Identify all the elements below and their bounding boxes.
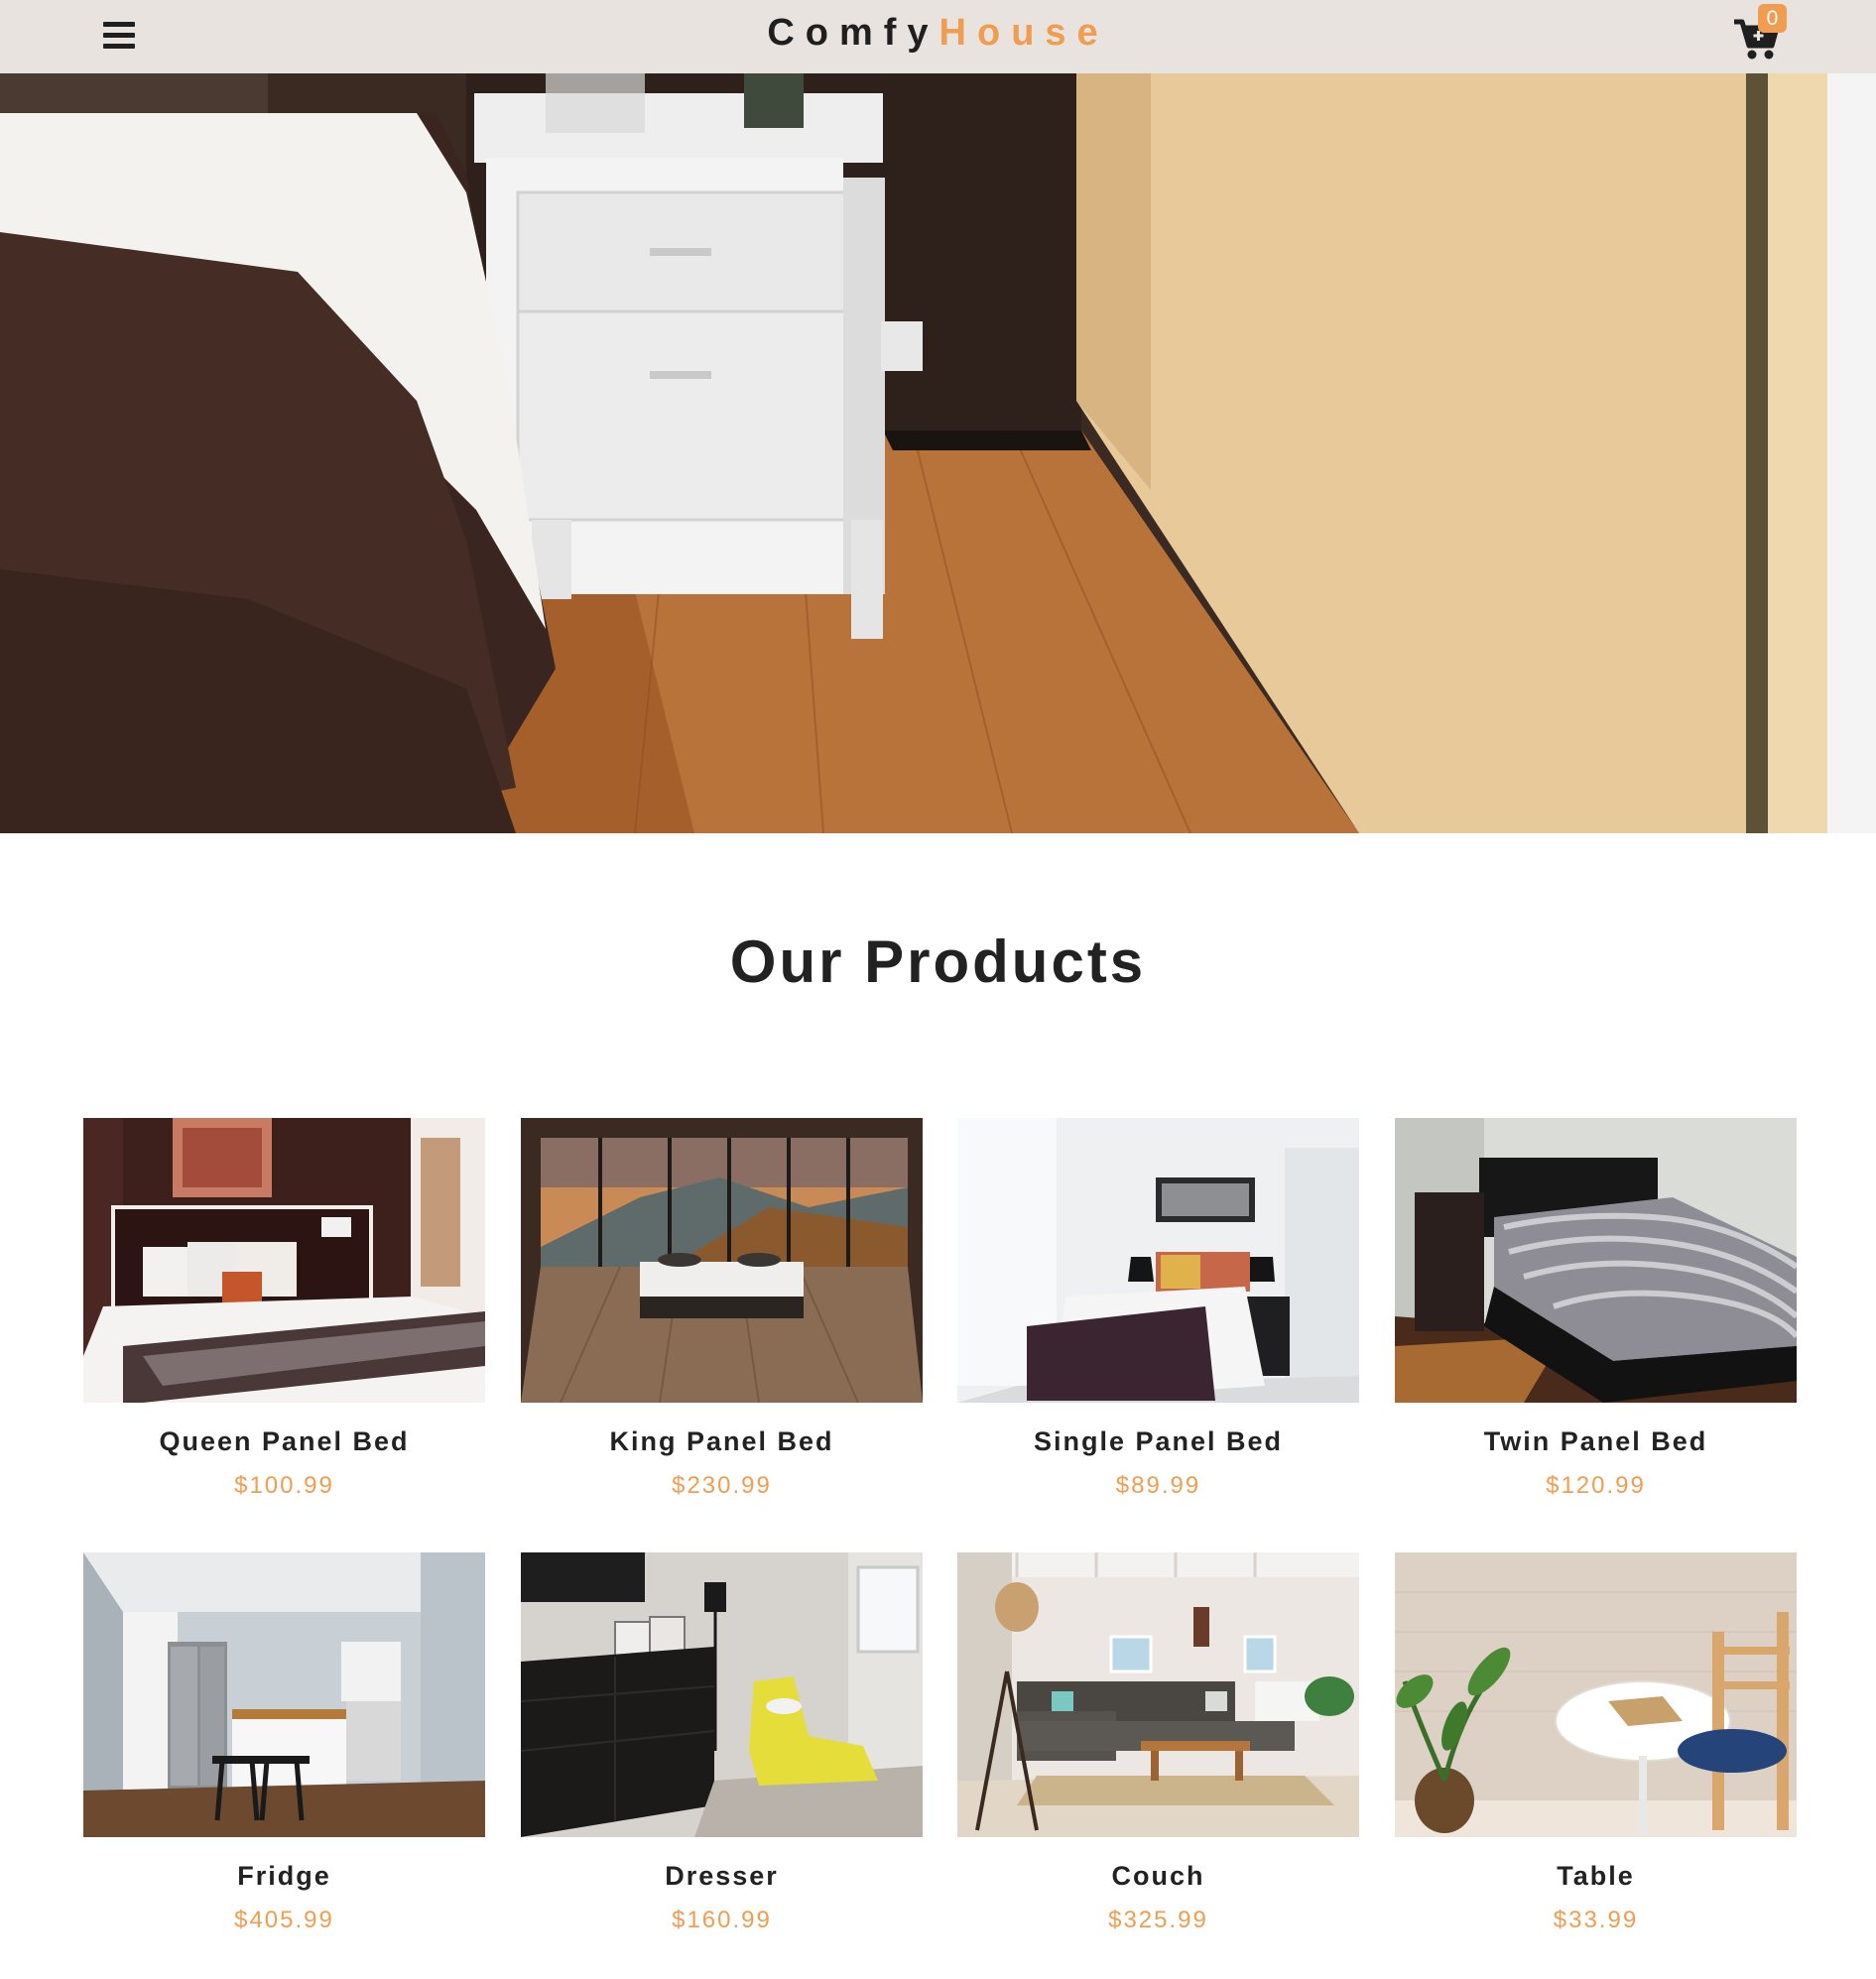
product-price: $405.99 bbox=[234, 1907, 334, 1933]
twin-bed-photo[interactable] bbox=[1395, 1118, 1797, 1403]
king-bed-photo[interactable] bbox=[521, 1118, 923, 1403]
product-name: Fridge bbox=[237, 1861, 331, 1891]
logo-comfy: Comfy bbox=[767, 12, 939, 54]
table-chair-photo[interactable] bbox=[1395, 1552, 1797, 1837]
product-price: $325.99 bbox=[1108, 1907, 1208, 1933]
cart-count-badge: 0 bbox=[1758, 4, 1787, 33]
product-name: Dresser bbox=[665, 1861, 779, 1891]
product-card[interactable]: King Panel Bed $230.99 bbox=[521, 1118, 923, 1500]
product-price: $120.99 bbox=[1546, 1472, 1646, 1499]
navbar: ComfyHouse 0 bbox=[0, 0, 1876, 73]
product-name: Queen Panel Bed bbox=[159, 1426, 410, 1456]
product-name: Single Panel Bed bbox=[1033, 1426, 1284, 1456]
product-price: $160.99 bbox=[672, 1907, 772, 1933]
product-name: Table bbox=[1557, 1861, 1635, 1891]
product-name: King Panel Bed bbox=[609, 1426, 834, 1456]
product-name: Couch bbox=[1111, 1861, 1205, 1891]
product-price: $100.99 bbox=[234, 1472, 334, 1499]
product-card[interactable]: Single Panel Bed $89.99 bbox=[957, 1118, 1359, 1500]
hero-banner-image bbox=[0, 73, 1876, 833]
kitchen-fridge-photo[interactable] bbox=[83, 1552, 485, 1837]
product-card[interactable]: Couch $325.99 bbox=[957, 1552, 1359, 1934]
single-bed-photo[interactable] bbox=[957, 1118, 1359, 1403]
product-card[interactable]: Twin Panel Bed $120.99 bbox=[1395, 1118, 1797, 1500]
product-price: $89.99 bbox=[1115, 1472, 1201, 1499]
product-card[interactable]: Table $33.99 bbox=[1395, 1552, 1797, 1934]
product-card[interactable]: Queen Panel Bed $100.99 bbox=[83, 1118, 485, 1500]
site-logo[interactable]: ComfyHouse bbox=[0, 12, 1876, 55]
product-name: Twin Panel Bed bbox=[1483, 1426, 1708, 1456]
dresser-photo[interactable] bbox=[521, 1552, 923, 1837]
product-price: $33.99 bbox=[1553, 1907, 1639, 1933]
logo-house: House bbox=[938, 12, 1109, 54]
queen-bed-photo[interactable] bbox=[83, 1118, 485, 1403]
couch-living-room-photo[interactable] bbox=[957, 1552, 1359, 1837]
section-title: Our Products bbox=[729, 928, 1147, 995]
product-card[interactable]: Fridge $405.99 bbox=[83, 1552, 485, 1934]
product-card[interactable]: Dresser $160.99 bbox=[521, 1552, 923, 1934]
product-price: $230.99 bbox=[672, 1472, 772, 1499]
